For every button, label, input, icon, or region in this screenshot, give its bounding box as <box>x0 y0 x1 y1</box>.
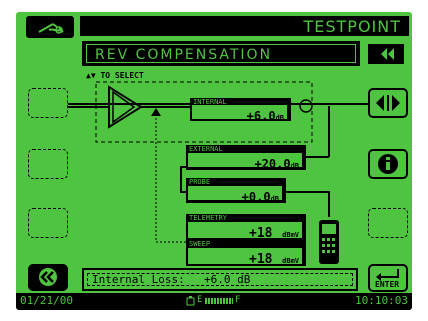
external-value-field: +20.0dB <box>188 153 302 171</box>
probe-value-field: +0.0dB <box>188 186 282 204</box>
internal-loss-label: Internal Loss: <box>92 273 185 286</box>
internal-unit: dB <box>275 114 284 122</box>
external-value: +20.0 <box>254 157 291 171</box>
test-point-node <box>299 99 313 113</box>
telemetry-value-field: +18 dBmV <box>188 222 302 241</box>
internal-loss-value: +6.0 dB <box>204 273 251 286</box>
sweep-value-field: +18 dBmV <box>188 248 302 267</box>
external-gain-box[interactable]: EXTERNAL +20.0dB <box>186 145 306 171</box>
probe-gain-box[interactable]: PROBE +0.0dB <box>186 178 286 204</box>
probe-label: PROBE <box>189 178 211 186</box>
feedback-arrow-icon <box>151 108 161 116</box>
telemetry-unit: dBmV <box>282 231 299 239</box>
status-time: 10:10:03 <box>355 294 408 307</box>
lcd-display: TESTPOINT REV COMPENSATION ▲▼ TO SELECT <box>16 12 412 310</box>
enter-label: ENTER <box>375 280 400 289</box>
telemetry-label: TELEMETRY <box>189 214 227 222</box>
sweep-label: SWEEP <box>189 240 211 248</box>
internal-value: +6.0 <box>246 109 276 123</box>
sweep-level-box[interactable]: SWEEP +18 dBmV <box>186 240 306 267</box>
telemetry-value: +18 <box>249 226 273 241</box>
meter-device-icon <box>319 220 339 264</box>
enter-button[interactable]: ENTER <box>368 264 408 292</box>
external-unit: dB <box>290 162 299 170</box>
telemetry-level-box[interactable]: TELEMETRY +18 dBmV <box>186 214 306 241</box>
battery-icon <box>186 296 195 306</box>
battery-full-label: F <box>235 295 241 305</box>
device-screen: TESTPOINT REV COMPENSATION ▲▼ TO SELECT <box>0 0 428 321</box>
battery-empty-label: E <box>197 295 203 305</box>
external-label: EXTERNAL <box>189 145 223 153</box>
probe-unit: dB <box>270 195 279 203</box>
status-date: 01/21/00 <box>20 294 73 307</box>
internal-value-field: +6.0dB <box>192 105 287 123</box>
internal-loss-strip: Internal Loss: +6.0 dB <box>82 268 358 291</box>
sweep-value: +18 <box>249 252 273 267</box>
sweep-unit: dBmV <box>282 257 299 265</box>
status-bar: 01/21/00 E F 10:10:03 <box>16 293 412 310</box>
home-button[interactable] <box>28 264 68 291</box>
internal-gain-box[interactable]: INTERNAL +6.0dB <box>190 98 291 123</box>
double-chevron-left-icon <box>39 268 57 286</box>
battery-level-bar <box>205 298 233 304</box>
probe-value: +0.0 <box>241 190 271 204</box>
